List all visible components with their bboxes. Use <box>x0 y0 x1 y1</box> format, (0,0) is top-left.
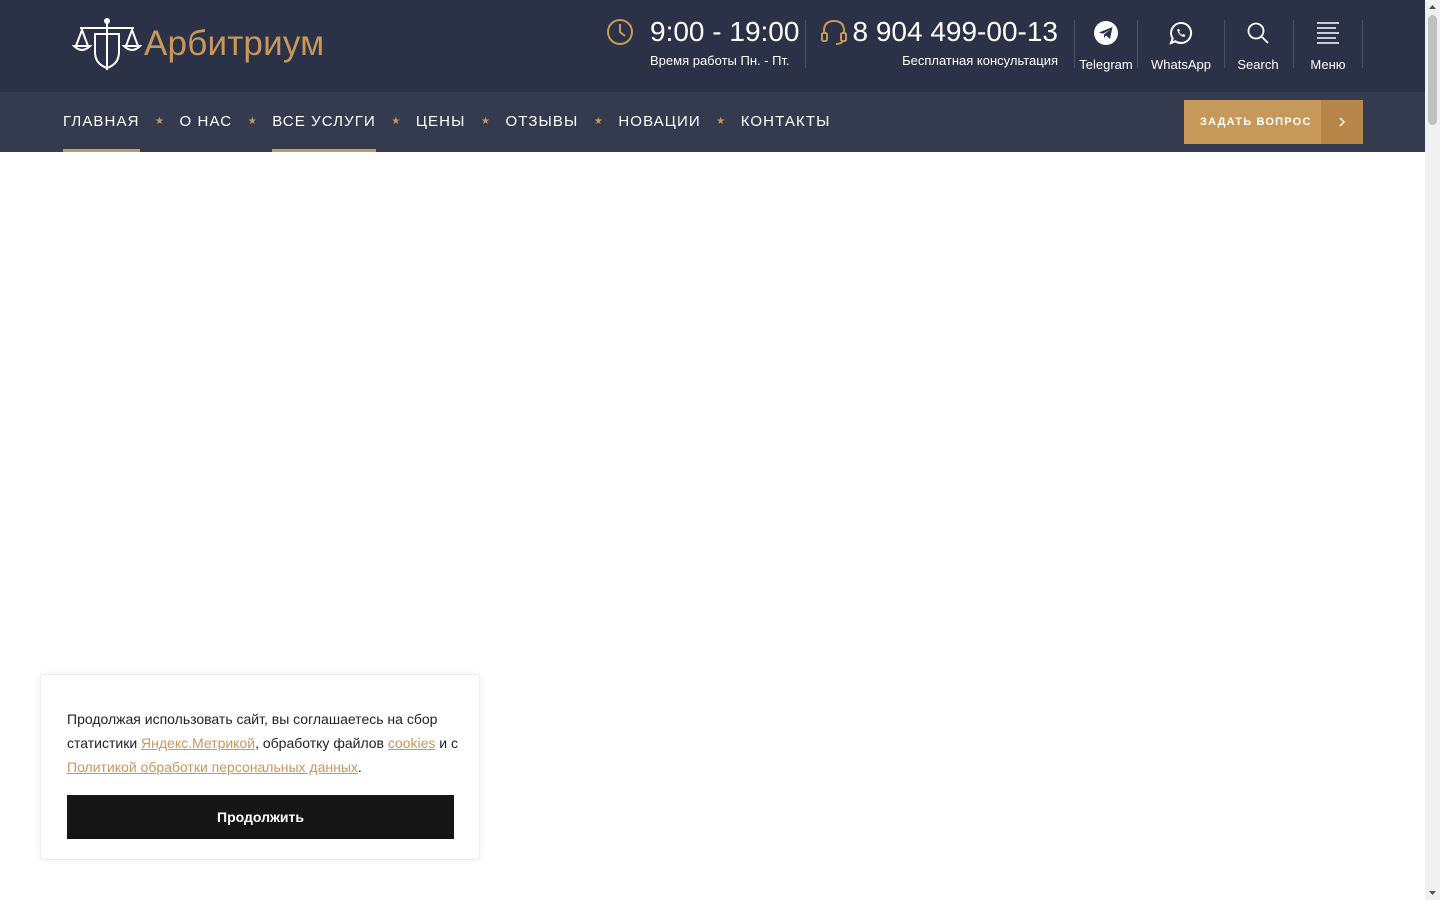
cookies-link[interactable]: cookies <box>388 735 435 751</box>
star-separator-icon: ★ <box>593 116 603 127</box>
privacy-policy-link[interactable]: Политикой обработки персональных данных <box>67 759 358 775</box>
menu-icon <box>1317 22 1339 44</box>
star-separator-icon: ★ <box>716 116 726 127</box>
telegram-label: Telegram <box>1079 57 1133 72</box>
divider <box>1362 20 1363 68</box>
divider <box>805 20 806 68</box>
cookie-text-part: и с <box>435 735 458 751</box>
scroll-down-arrow-icon[interactable] <box>1425 885 1440 900</box>
nav-item-contacts[interactable]: КОНТАКТЫ <box>741 92 831 152</box>
telegram-icon <box>1094 21 1118 45</box>
nav-item-services[interactable]: ВСЕ УСЛУГИ <box>272 92 376 152</box>
chevron-right-icon <box>1321 100 1363 144</box>
headset-icon <box>821 19 847 45</box>
cookie-text-part: , обработку файлов <box>255 735 388 751</box>
star-separator-icon: ★ <box>247 116 257 127</box>
ask-question-label: ЗАДАТЬ ВОПРОС <box>1200 116 1312 128</box>
star-separator-icon: ★ <box>155 116 164 127</box>
nav-item-news[interactable]: НОВАЦИИ <box>618 92 700 152</box>
cookie-continue-button[interactable]: Продолжить <box>67 795 454 839</box>
whatsapp-button[interactable]: WhatsApp <box>1140 18 1222 72</box>
whatsapp-label: WhatsApp <box>1151 57 1211 72</box>
divider <box>1293 20 1294 68</box>
phone-block[interactable]: 8 904 499-00-13 Бесплатная консультация <box>820 16 1060 68</box>
page-scrollbar[interactable] <box>1425 0 1440 900</box>
divider <box>1074 20 1075 68</box>
clock-icon <box>607 19 633 45</box>
menu-button[interactable]: Меню <box>1296 18 1360 72</box>
divider <box>1224 20 1225 68</box>
logo[interactable]: Арбитриум <box>72 16 324 72</box>
star-separator-icon: ★ <box>391 116 401 127</box>
working-hours: 9:00 - 19:00 Время работы Пн. - Пт. <box>606 16 806 68</box>
cookie-text: Продолжая использовать сайт, вы соглашае… <box>67 707 462 779</box>
nav-item-home[interactable]: ГЛАВНАЯ <box>63 92 140 152</box>
scrollbar-thumb[interactable] <box>1428 15 1437 125</box>
nav-list: ГЛАВНАЯ ★ О НАС ★ ВСЕ УСЛУГИ ★ ЦЕНЫ ★ ОТ… <box>63 92 830 152</box>
whatsapp-icon <box>1169 21 1193 45</box>
menu-label: Меню <box>1310 57 1346 72</box>
cookie-text-part: . <box>357 759 362 775</box>
header-top: Арбитриум 9:00 - 19:00 Время работы Пн. … <box>0 0 1425 92</box>
phone-caption: Бесплатная консультация <box>902 53 1058 68</box>
yandex-metrika-link[interactable]: Яндекс.Метрикой <box>141 735 255 751</box>
star-separator-icon: ★ <box>481 116 490 127</box>
nav-item-prices[interactable]: ЦЕНЫ <box>416 92 466 152</box>
search-icon <box>1247 22 1269 44</box>
scales-of-justice-icon <box>72 18 142 70</box>
search-button[interactable]: Search <box>1226 18 1290 72</box>
hours-caption: Время работы Пн. - Пт. <box>650 53 790 68</box>
scroll-up-arrow-icon[interactable] <box>1425 0 1440 15</box>
nav-item-reviews[interactable]: ОТЗЫВЫ <box>505 92 578 152</box>
ask-question-button[interactable]: ЗАДАТЬ ВОПРОС <box>1184 100 1363 144</box>
divider <box>1137 20 1138 68</box>
nav-item-about[interactable]: О НАС <box>180 92 233 152</box>
logo-text: Арбитриум <box>144 24 325 63</box>
phone-number[interactable]: 8 904 499-00-13 <box>852 16 1058 48</box>
search-label: Search <box>1237 57 1279 72</box>
cookie-banner: Продолжая использовать сайт, вы соглашае… <box>40 674 480 860</box>
hours-time: 9:00 - 19:00 <box>650 16 800 47</box>
telegram-button[interactable]: Telegram <box>1076 18 1136 72</box>
